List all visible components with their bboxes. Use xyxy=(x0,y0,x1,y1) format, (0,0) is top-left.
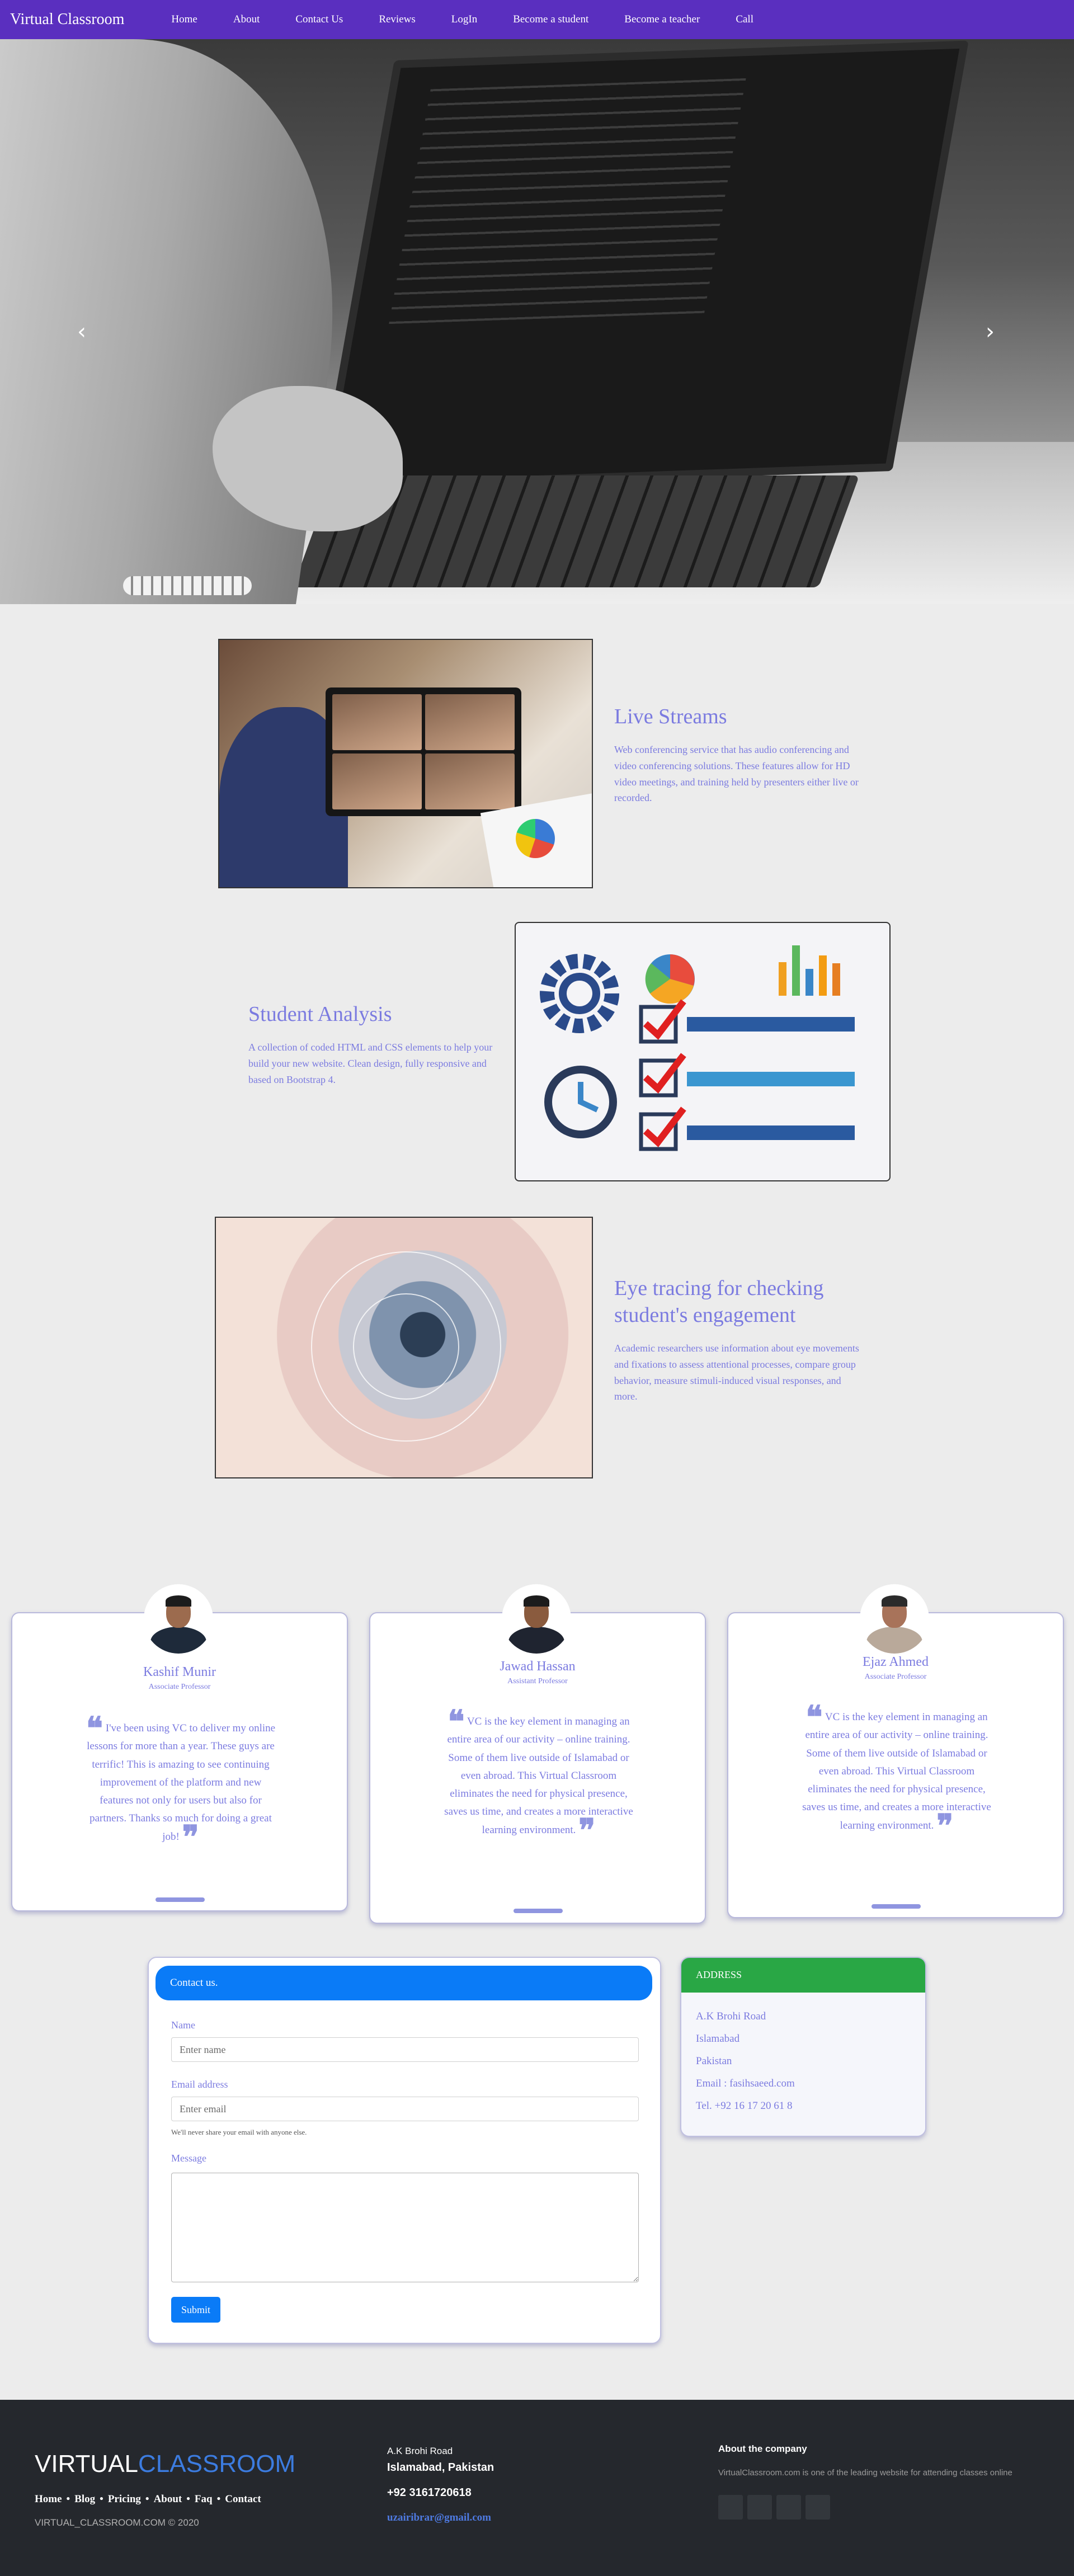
avatar-ejaz xyxy=(860,1584,929,1654)
footer-links: Home • Blog • Pricing • About • Faq • Contact xyxy=(35,2493,261,2506)
address-country: Pakistan xyxy=(696,2055,732,2067)
footer-link-blog[interactable]: Blog xyxy=(74,2493,95,2506)
testimonial-quote: ❝ VC is the key element in managing an e… xyxy=(800,1702,993,1842)
email-help-text: We'll never share your email with anyone… xyxy=(171,2128,307,2136)
name-input[interactable] xyxy=(171,2037,639,2062)
testimonial-card-jawad: Jawad Hassan Assistant Professor ❝ VC is… xyxy=(369,1612,706,1924)
feature-text-live-streams: Web conferencing service that has audio … xyxy=(614,744,859,804)
footer-link-contact[interactable]: Contact xyxy=(225,2493,261,2506)
submit-button[interactable]: Submit xyxy=(171,2297,220,2323)
feature-text-student-analysis: A collection of coded HTML and CSS eleme… xyxy=(248,1042,493,1085)
avatar-kashif xyxy=(144,1584,213,1654)
address-email: Email : fasihsaeed.com xyxy=(696,2078,795,2089)
testimonial-name: Jawad Hassan xyxy=(500,1659,576,1674)
testimonial-quote: ❝ VC is the key element in managing an e… xyxy=(442,1706,635,1846)
footer-email-link[interactable]: uzairibrar@gmail.com xyxy=(387,2512,491,2524)
social-icon[interactable] xyxy=(776,2495,801,2520)
top-navbar: Virtual Classroom Home About Contact Us … xyxy=(0,0,1074,39)
feature-title-eye-tracing: Eye tracing for checking student's engag… xyxy=(614,1277,824,1327)
email-input[interactable] xyxy=(171,2097,639,2121)
nav-link-login[interactable]: LogIn xyxy=(451,13,477,26)
social-icon[interactable] xyxy=(805,2495,830,2520)
footer-logo-classroom: CLASSROOM xyxy=(138,2450,296,2478)
quote-close-icon: ❞ xyxy=(182,1818,199,1856)
testimonial-role: Assistant Professor xyxy=(507,1677,568,1685)
message-label: Message xyxy=(171,2153,206,2164)
footer-logo[interactable]: VIRTUALCLASSROOM xyxy=(35,2450,295,2478)
brand-logo[interactable]: Virtual Classroom xyxy=(10,11,124,29)
footer-social-icons xyxy=(718,2495,830,2520)
hero-carousel: ‹ › xyxy=(0,39,1074,604)
testimonial-quote: ❝ I've been using VC to deliver my onlin… xyxy=(85,1713,276,1853)
eye-tracing-image xyxy=(215,1217,593,1478)
nav-link-home[interactable]: Home xyxy=(171,13,197,26)
message-textarea[interactable] xyxy=(171,2173,639,2282)
testimonial-quote-text: VC is the key element in managing an ent… xyxy=(802,1711,991,1831)
footer-phone: +92 3161720618 xyxy=(387,2486,472,2499)
address-header: ADDRESS xyxy=(681,1958,925,1993)
footer-copyright: VIRTUAL_CLASSROOM.COM © 2020 xyxy=(35,2517,199,2528)
email-label: Email address xyxy=(171,2079,228,2090)
contact-form-header: Contact us. xyxy=(156,1966,652,2000)
social-icon[interactable] xyxy=(747,2495,772,2520)
nav-link-become-student[interactable]: Become a student xyxy=(513,13,588,26)
hero-bracelet xyxy=(123,576,252,595)
address-street: A.K Brohi Road xyxy=(696,2010,766,2022)
footer-about-title: About the company xyxy=(718,2443,807,2454)
nav-link-become-teacher[interactable]: Become a teacher xyxy=(624,13,700,26)
contact-form-card: Contact us. Name Email address We'll nev… xyxy=(148,1957,661,2344)
testimonial-divider xyxy=(156,1897,205,1902)
page-footer: VIRTUALCLASSROOM Home • Blog • Pricing • Ab… xyxy=(0,2400,1074,2576)
avatar-jawad xyxy=(502,1584,571,1654)
testimonial-name: Kashif Munir xyxy=(143,1665,216,1679)
carousel-next-arrow-icon[interactable]: › xyxy=(986,319,995,345)
testimonial-card-ejaz: Ejaz Ahmed Associate Professor ❝ VC is t… xyxy=(727,1612,1064,1918)
testimonial-quote-text: I've been using VC to deliver my online … xyxy=(87,1722,276,1843)
address-city: Islamabad xyxy=(696,2033,740,2045)
address-card: ADDRESS A.K Brohi Road Islamabad Pakista… xyxy=(680,1957,926,2137)
testimonial-card-kashif: Kashif Munir Associate Professor ❝ I've … xyxy=(11,1612,348,1911)
testimonial-divider xyxy=(872,1904,921,1909)
testimonial-name: Ejaz Ahmed xyxy=(863,1655,929,1669)
feature-text-eye-tracing: Academic researchers use information abo… xyxy=(614,1343,859,1402)
footer-address-line1: A.K Brohi Road xyxy=(387,2446,453,2456)
nav-link-about[interactable]: About xyxy=(233,13,260,26)
analysis-illustration-icon xyxy=(540,945,855,1151)
hero-laptop-screen xyxy=(318,40,969,491)
quote-close-icon: ❞ xyxy=(578,1811,596,1849)
testimonial-quote-text: VC is the key element in managing an ent… xyxy=(444,1716,633,1836)
testimonial-divider xyxy=(514,1909,563,1913)
student-analysis-image xyxy=(515,922,891,1181)
footer-address-line2: Islamabad, Pakistan xyxy=(387,2461,494,2474)
quote-close-icon: ❞ xyxy=(936,1807,954,1844)
name-label: Name xyxy=(171,2019,195,2031)
testimonial-role: Associate Professor xyxy=(148,1683,211,1691)
footer-about-text: VirtualClassroom.com is one of the leadi… xyxy=(718,2468,1012,2478)
footer-link-pricing[interactable]: Pricing xyxy=(108,2493,141,2506)
nav-link-reviews[interactable]: Reviews xyxy=(379,13,415,26)
footer-link-faq[interactable]: Faq xyxy=(195,2493,213,2506)
nav-link-call[interactable]: Call xyxy=(736,13,753,26)
carousel-prev-arrow-icon[interactable]: ‹ xyxy=(77,319,86,345)
footer-link-home[interactable]: Home xyxy=(35,2493,62,2506)
footer-logo-virtual: VIRTUAL xyxy=(35,2450,139,2478)
live-streams-image xyxy=(218,639,593,888)
address-phone: Tel. +92 16 17 20 61 8 xyxy=(696,2100,793,2112)
testimonial-role: Associate Professor xyxy=(864,1673,927,1681)
feature-title-live-streams: Live Streams xyxy=(614,705,727,728)
social-icon[interactable] xyxy=(718,2495,743,2520)
footer-link-about[interactable]: About xyxy=(154,2493,182,2506)
feature-title-student-analysis: Student Analysis xyxy=(248,1002,392,1026)
nav-link-contact[interactable]: Contact Us xyxy=(295,13,343,26)
